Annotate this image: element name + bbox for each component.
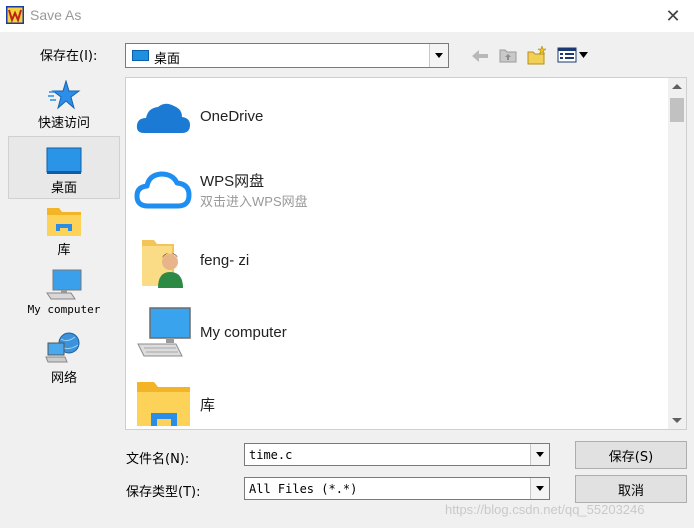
list-item[interactable]: OneDrive	[126, 92, 666, 148]
location-combo[interactable]: 桌面	[125, 43, 449, 68]
place-my-computer[interactable]: My computer	[8, 269, 120, 327]
place-desktop[interactable]: 桌面	[8, 136, 120, 199]
filename-field[interactable]: time.c	[244, 443, 550, 466]
scroll-up-icon[interactable]	[672, 84, 682, 89]
new-folder-icon	[527, 45, 547, 65]
user-folder-icon	[142, 240, 183, 288]
filename-label: 文件名(N):	[126, 452, 190, 467]
file-name: feng- zi	[200, 252, 250, 269]
file-subtitle: 双击进入WPS网盘	[200, 194, 308, 209]
window-title: Save As	[30, 7, 82, 23]
save-in-label: 保存在(I):	[40, 49, 98, 64]
location-dropdown-button[interactable]	[429, 44, 448, 67]
close-button[interactable]: ✕	[656, 2, 690, 30]
computer-icon	[137, 307, 191, 357]
location-value: 桌面	[154, 52, 181, 67]
file-name: WPS网盘	[200, 173, 265, 190]
list-item[interactable]: My computer	[126, 304, 666, 364]
wps-cloud-icon	[134, 171, 192, 209]
vertical-scrollbar[interactable]	[668, 78, 686, 429]
up-folder-icon	[499, 49, 517, 63]
filetype-label: 保存类型(T):	[126, 485, 201, 500]
chevron-down-icon	[536, 486, 544, 491]
up-folder-button[interactable]	[497, 45, 519, 65]
filename-dropdown-button[interactable]	[530, 444, 549, 465]
scrollbar-thumb[interactable]	[670, 98, 684, 122]
network-icon	[45, 332, 80, 363]
close-icon: ✕	[665, 5, 681, 27]
library-icon	[137, 382, 190, 426]
place-label: 网络	[50, 371, 77, 386]
file-name: 库	[200, 397, 216, 414]
title-bar: Save As ✕	[0, 0, 694, 32]
place-label: My computer	[27, 303, 101, 316]
star-icon	[48, 80, 81, 110]
view-menu-button[interactable]	[555, 45, 591, 65]
file-name: OneDrive	[200, 108, 264, 125]
list-item[interactable]: feng- zi	[126, 234, 666, 294]
library-icon	[47, 208, 81, 236]
filetype-value: All Files (*.*)	[249, 482, 358, 496]
scroll-down-icon[interactable]	[672, 418, 682, 423]
list-item[interactable]: 库	[126, 376, 666, 432]
file-name: My computer	[200, 324, 287, 341]
view-menu-icon	[557, 47, 588, 63]
cancel-button[interactable]: 取消	[575, 475, 687, 503]
desktop-icon	[132, 50, 149, 61]
place-quick-access[interactable]: 快速访问	[8, 80, 120, 136]
watermark: https://blog.csdn.net/qq_55203246	[445, 502, 645, 517]
place-label: 库	[57, 243, 71, 258]
desktop-icon	[46, 147, 82, 174]
save-button[interactable]: 保存(S)	[575, 441, 687, 469]
list-item[interactable]: WPS网盘 双击进入WPS网盘	[126, 162, 666, 222]
back-button[interactable]	[470, 47, 490, 65]
filetype-select[interactable]: All Files (*.*)	[244, 477, 550, 500]
place-network[interactable]: 网络	[8, 331, 120, 389]
place-label: 桌面	[50, 181, 77, 196]
place-library[interactable]: 库	[8, 205, 120, 263]
chevron-down-icon	[536, 452, 544, 457]
filename-value: time.c	[249, 448, 293, 462]
place-label: 快速访问	[37, 116, 90, 131]
file-list[interactable]: OneDrive WPS网盘 双击进入WPS网盘 feng- zi My com…	[125, 77, 687, 430]
places-bar: 快速访问 桌面 库 My computer 网络	[8, 77, 120, 430]
computer-icon	[46, 269, 82, 300]
filetype-dropdown-button[interactable]	[530, 478, 549, 499]
back-arrow-icon	[472, 50, 488, 62]
wps-logo-icon	[6, 6, 24, 24]
chevron-down-icon	[435, 53, 443, 58]
new-folder-button[interactable]	[525, 44, 549, 66]
onedrive-cloud-icon	[136, 103, 190, 133]
